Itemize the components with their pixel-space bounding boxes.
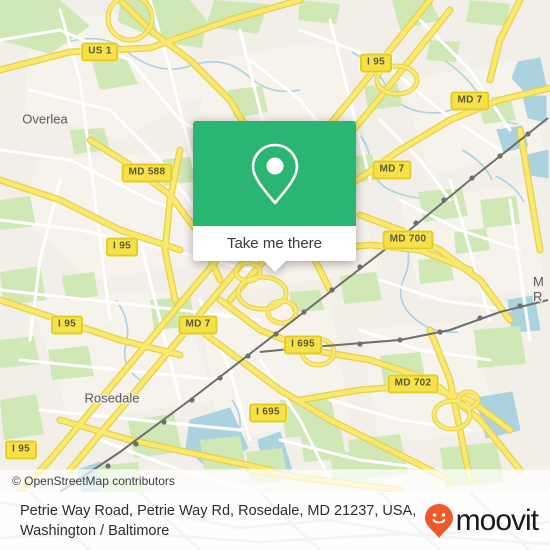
road-shield: MD 700	[382, 230, 434, 250]
place-label: Rosedale	[84, 390, 140, 406]
map-attribution-bar[interactable]: © OpenStreetMap contributors	[0, 469, 550, 492]
road-shield: MD 702	[387, 374, 439, 394]
road-shield: MD 7	[178, 315, 218, 335]
take-me-there-label: Take me there	[226, 235, 323, 252]
map-canvas[interactable]: US 1 I 95 MD 7 MD 588 MD 7 I 95 MD 700 I 95 MD 7…	[0, 0, 550, 492]
moovit-wordmark: moovit	[455, 504, 539, 537]
location-address: Petrie Way Road, Petrie Way Rd, Rosedale…	[20, 503, 417, 539]
road-shield: MD 588	[121, 163, 173, 183]
callout-pin-area	[193, 121, 356, 226]
place-label-line: M	[533, 274, 544, 289]
place-label-line: R	[533, 289, 543, 304]
road-shield: MD 7	[372, 160, 412, 180]
road-shield: I 95	[51, 315, 83, 335]
place-label: Overlea	[22, 111, 68, 127]
place-label-clipped: MR	[533, 274, 544, 304]
road-shield: I 95	[5, 440, 37, 460]
road-shield: MD 7	[450, 91, 490, 111]
attribution-text: © OpenStreetMap contributors	[12, 474, 175, 488]
moovit-logo[interactable]: moovit	[424, 503, 539, 539]
moovit-pin-smile-icon	[424, 504, 453, 538]
location-callout-card[interactable]: Take me there	[193, 121, 356, 272]
road-shield: I 695	[284, 335, 322, 355]
footer-bar: Petrie Way Road, Petrie Way Rd, Rosedale…	[0, 492, 550, 550]
road-shield: I 95	[360, 53, 392, 73]
map-pin-icon	[251, 143, 298, 204]
callout-pointer	[263, 261, 286, 272]
road-shield: I 95	[106, 237, 138, 257]
take-me-there-button[interactable]: Take me there	[193, 226, 356, 272]
road-shield: US 1	[81, 42, 119, 62]
map-screenshot: US 1 I 95 MD 7 MD 588 MD 7 I 95 MD 700 I 95 MD 7…	[0, 0, 550, 550]
road-shield: I 695	[249, 403, 287, 423]
